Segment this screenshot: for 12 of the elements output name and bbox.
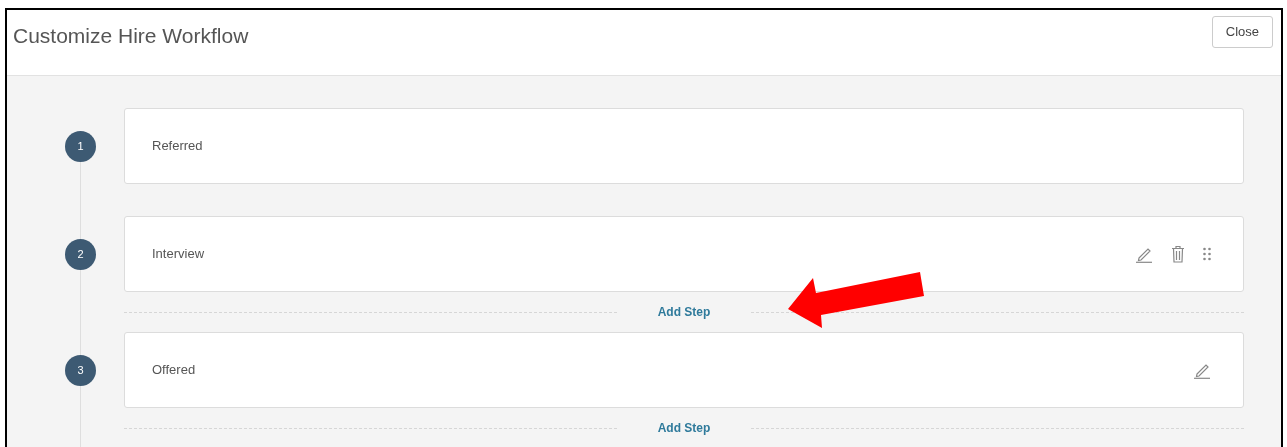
step-number: 3 (65, 354, 96, 386)
drag-handle-icon[interactable] (1203, 247, 1211, 261)
add-step-link[interactable]: Add Step (616, 419, 752, 437)
close-button[interactable]: Close (1211, 16, 1273, 48)
step-name: Offered (152, 361, 196, 380)
step-number: 2 (65, 238, 96, 270)
dialog-title: Customize Hire Workflow (13, 23, 249, 49)
trash-icon[interactable] (1171, 245, 1185, 263)
add-step-link[interactable]: Add Step (616, 303, 752, 321)
step-name: Referred (152, 137, 203, 156)
step-name: Interview (152, 245, 205, 264)
step-number: 1 (65, 130, 96, 162)
